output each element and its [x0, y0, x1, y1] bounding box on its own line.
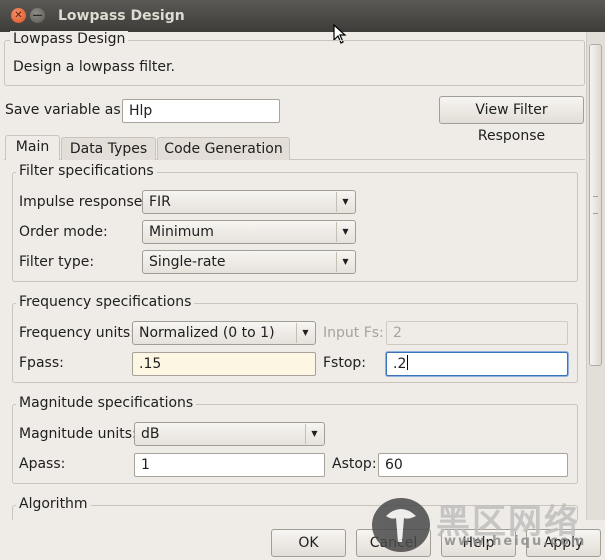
impulse-response-value: FIR — [149, 194, 171, 210]
header-description: Design a lowpass filter. — [13, 59, 175, 75]
order-mode-value: Minimum — [149, 224, 214, 240]
input-fs-label: Input Fs: — [323, 325, 384, 341]
magnitude-specifications-title: Magnitude specifications — [16, 395, 197, 411]
title-bar: ✕ — Lowpass Design — [0, 0, 605, 32]
apass-label: Apass: — [19, 456, 66, 472]
impulse-response-select[interactable]: FIR ▼ — [142, 190, 356, 214]
window-title: Lowpass Design — [58, 8, 185, 24]
help-button[interactable]: Help — [441, 529, 516, 557]
magnitude-units-value: dB — [141, 426, 160, 442]
fpass-input[interactable]: .15 — [132, 352, 316, 376]
filter-type-select[interactable]: Single-rate ▼ — [142, 250, 356, 274]
frequency-specifications-title: Frequency specifications — [16, 294, 195, 310]
filter-type-value: Single-rate — [149, 254, 226, 270]
chevron-down-icon: ▼ — [296, 323, 314, 343]
order-mode-label: Order mode: — [19, 224, 108, 240]
astop-label: Astop: — [332, 456, 377, 472]
input-fs-field: 2 — [386, 321, 568, 345]
fstop-value: .2 — [393, 356, 407, 372]
astop-input[interactable]: 60 — [378, 453, 568, 477]
tab-code-generation[interactable]: Code Generation — [157, 137, 290, 160]
close-icon: ✕ — [14, 10, 23, 21]
fpass-label: Fpass: — [19, 355, 64, 371]
ok-button[interactable]: OK — [271, 529, 346, 557]
fstop-input[interactable]: .2 — [386, 352, 568, 376]
frequency-units-value: Normalized (0 to 1) — [139, 325, 275, 341]
frequency-units-label: Frequency units: — [19, 325, 135, 341]
apass-input[interactable]: 1 — [134, 453, 325, 477]
chevron-down-icon: ▼ — [336, 192, 354, 212]
magnitude-units-select[interactable]: dB ▼ — [134, 422, 325, 446]
algorithm-title: Algorithm — [16, 496, 91, 512]
view-filter-response-button[interactable]: View Filter Response — [439, 96, 584, 144]
filter-type-label: Filter type: — [19, 254, 95, 270]
tab-data-types[interactable]: Data Types — [61, 137, 156, 160]
save-variable-label: Save variable as: — [5, 102, 126, 118]
impulse-response-label: Impulse response: — [19, 194, 148, 210]
close-window-button[interactable]: ✕ — [11, 8, 26, 23]
filter-specifications-title: Filter specifications — [16, 163, 157, 179]
chevron-down-icon: ▼ — [336, 222, 354, 242]
fstop-label: Fstop: — [323, 355, 367, 371]
tab-main[interactable]: Main — [5, 135, 60, 160]
chevron-down-icon: ▼ — [336, 252, 354, 272]
scrollbar-grip-icon — [593, 196, 598, 214]
minimize-window-button[interactable]: — — [30, 8, 45, 23]
header-group-title: Lowpass Design — [10, 31, 129, 47]
cancel-button[interactable]: Cancel — [356, 529, 431, 557]
chevron-down-icon: ▼ — [305, 424, 323, 444]
save-variable-input[interactable]: Hlp — [122, 99, 280, 123]
text-cursor — [407, 355, 409, 370]
apply-button[interactable]: Apply — [526, 529, 601, 557]
magnitude-units-label: Magnitude units: — [19, 426, 137, 442]
minimize-icon: — — [32, 10, 43, 21]
order-mode-select[interactable]: Minimum ▼ — [142, 220, 356, 244]
frequency-units-select[interactable]: Normalized (0 to 1) ▼ — [132, 321, 316, 345]
